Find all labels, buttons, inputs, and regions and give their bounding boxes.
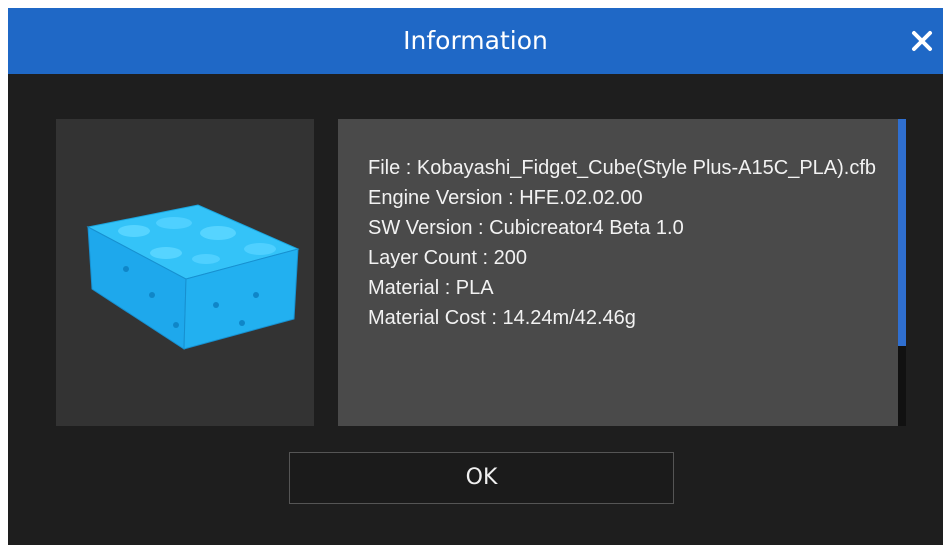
close-icon [912,31,932,51]
ok-button[interactable]: OK [289,452,674,504]
material-line: Material : PLA [368,277,494,299]
file-name-line: File : Kobayashi_Fidget_Cube(Style Plus-… [368,157,877,179]
file-info-text: File : Kobayashi_Fidget_Cube(Style Plus-… [368,153,888,333]
sw-version-line: SW Version : Cubicreator4 Beta 1.0 [368,217,684,239]
3d-model-preview-icon [86,204,300,350]
model-thumbnail [56,119,314,426]
material-cost-line: Material Cost : 14.24m/42.46g [368,307,636,329]
close-button[interactable] [907,21,939,61]
dialog-titlebar: Information [8,8,943,74]
engine-version-line: Engine Version : HFE.02.02.00 [368,187,643,209]
scrollbar-thumb[interactable] [898,119,906,346]
info-scrollbar[interactable] [898,119,906,426]
file-info-panel[interactable]: File : Kobayashi_Fidget_Cube(Style Plus-… [338,119,906,426]
layer-count-line: Layer Count : 200 [368,247,527,269]
dialog-title: Information [403,26,548,55]
information-dialog: Information File: Kobayashi_Fidget_Cube… [8,8,943,545]
